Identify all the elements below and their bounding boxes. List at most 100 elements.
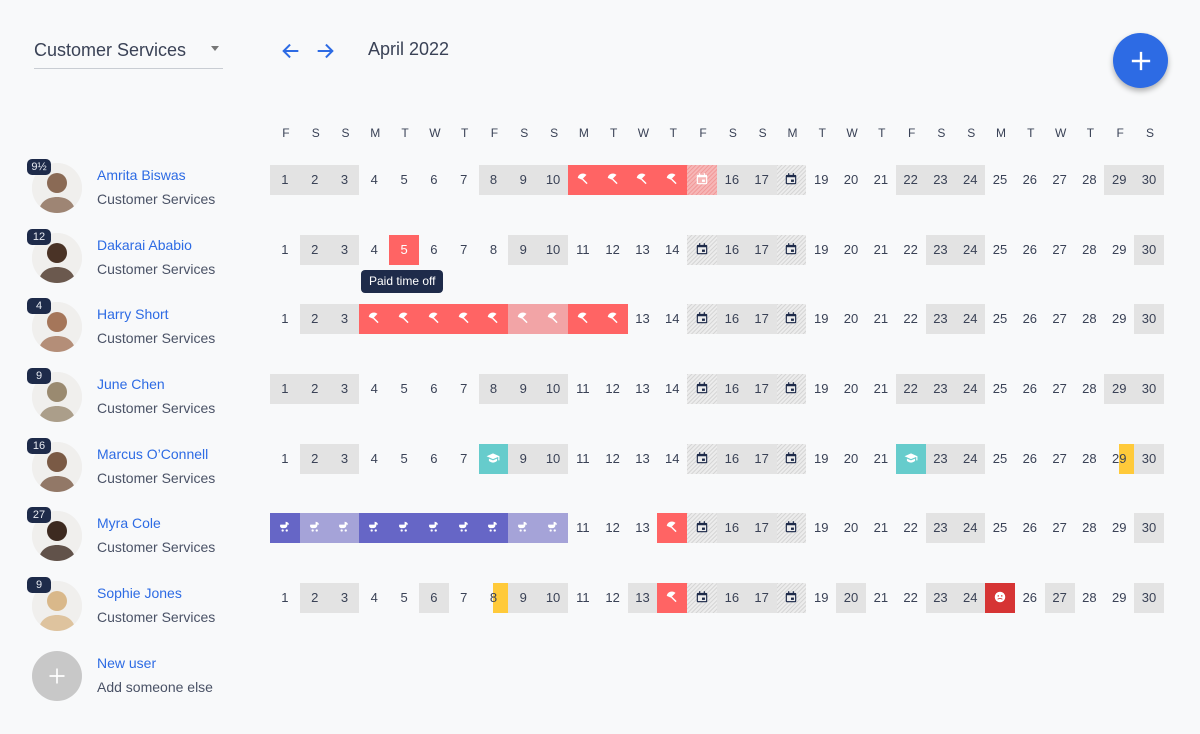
person-name-link[interactable]: Sophie Jones [97,585,182,601]
day-cell[interactable]: 3 [329,304,360,334]
day-cell[interactable]: 9 [508,165,539,195]
day-cell[interactable]: 13 [627,583,658,613]
day-cell[interactable]: 22 [896,235,926,265]
person-name-link[interactable]: Marcus O’Connell [97,446,208,462]
day-cell[interactable]: 20 [836,583,866,613]
day-cell[interactable]: 27 [1044,583,1075,613]
day-cell[interactable]: 12 [598,444,628,474]
person-name-link[interactable]: Myra Cole [97,515,161,531]
day-cell[interactable]: 14 [657,374,687,404]
day-cell-paid-time-off[interactable]: 5 [389,235,419,265]
day-cell-public-holiday[interactable] [687,235,717,265]
day-cell[interactable]: 30 [1134,444,1164,474]
day-cell[interactable]: 9 [508,583,539,613]
day-cell[interactable]: 29 [1104,374,1135,404]
day-cell[interactable]: 17 [746,304,777,334]
day-cell[interactable]: 13 [628,374,658,404]
day-cell-paid-time-off[interactable] [657,165,688,195]
day-cell[interactable]: 10 [538,235,568,265]
day-cell[interactable]: 2 [299,583,330,613]
day-cell[interactable]: 1 [270,444,300,474]
day-cell[interactable]: 10 [538,165,568,195]
day-cell[interactable]: 21 [866,444,896,474]
day-cell[interactable]: 29 [1104,235,1134,265]
day-cell-paid-time-off[interactable] [657,583,688,613]
day-cell[interactable]: 30 [1134,165,1164,195]
day-cell-public-holiday[interactable] [687,304,717,334]
day-cell[interactable]: 14 [657,235,687,265]
day-cell[interactable]: 20 [836,444,866,474]
day-cell-paid-time-off[interactable] [478,304,509,334]
day-cell[interactable]: 29 [1104,583,1134,613]
day-cell-parental-leave[interactable] [329,513,360,543]
person-name-link[interactable]: June Chen [97,376,165,392]
next-month-button[interactable] [314,40,336,62]
day-cell-public-holiday[interactable] [776,165,807,195]
day-cell[interactable]: 1 [270,583,300,613]
new-user-row[interactable]: New user Add someone else [0,638,260,701]
day-cell[interactable]: 20 [836,304,866,334]
day-cell-public-holiday[interactable] [776,304,807,334]
day-cell[interactable]: 24 [955,583,986,613]
day-cell[interactable]: 25 [985,304,1015,334]
day-cell[interactable]: 26 [1015,304,1045,334]
person-name-link[interactable]: Dakarai Ababio [97,237,192,253]
day-cell[interactable]: 21 [866,235,896,265]
day-cell[interactable]: 20 [836,165,866,195]
day-cell[interactable]: 27 [1045,444,1075,474]
add-user-button[interactable] [32,651,82,701]
day-cell[interactable]: 26 [1015,583,1045,613]
day-cell-sick[interactable] [985,583,1015,613]
day-cell[interactable]: 9 [508,444,539,474]
new-user-link[interactable]: New user [97,655,156,671]
day-cell[interactable]: 7 [449,165,479,195]
day-cell[interactable]: 19 [806,583,836,613]
day-cell[interactable]: 3 [329,583,360,613]
day-cell[interactable]: 19 [806,444,836,474]
day-cell[interactable]: 28 [1075,165,1105,195]
prev-month-button[interactable] [280,40,302,62]
day-cell[interactable]: 13 [628,513,658,543]
day-cell[interactable]: 23 [925,513,956,543]
day-cell-parental-leave[interactable] [538,513,568,543]
day-cell[interactable]: 2 [299,374,330,404]
day-cell[interactable]: 8 [479,235,509,265]
day-cell[interactable]: 27 [1045,374,1075,404]
day-cell[interactable]: 21 [866,165,896,195]
day-cell[interactable]: 8 [478,165,509,195]
day-cell[interactable]: 28 [1075,444,1105,474]
day-cell[interactable]: 19 [806,304,836,334]
day-cell[interactable]: 6 [419,444,449,474]
day-cell-parental-leave[interactable] [389,513,419,543]
day-cell[interactable]: 1 [270,304,300,334]
day-cell[interactable]: 26 [1015,444,1045,474]
day-cell[interactable]: 14 [657,304,687,334]
day-cell-parental-leave[interactable] [508,513,539,543]
day-cell[interactable]: 22 [896,513,926,543]
day-cell[interactable]: 7 [449,444,479,474]
day-cell[interactable]: 26 [1015,235,1045,265]
day-cell[interactable]: 8 [478,374,509,404]
day-cell[interactable]: 3 [329,235,360,265]
day-cell[interactable]: 5 [389,583,419,613]
day-cell[interactable]: 25 [985,513,1015,543]
day-cell[interactable]: 3 [329,374,360,404]
day-cell-paid-time-off[interactable] [597,165,628,195]
day-cell[interactable]: 1 [270,374,300,404]
day-cell[interactable]: 3 [329,444,360,474]
day-cell[interactable]: 23 [925,165,956,195]
day-cell[interactable]: 27 [1045,235,1075,265]
day-cell[interactable]: 16 [716,165,747,195]
day-cell[interactable]: 11 [568,235,598,265]
day-cell[interactable]: 23 [925,235,956,265]
day-cell[interactable]: 2 [299,165,330,195]
day-cell[interactable]: 24 [955,513,986,543]
day-cell[interactable]: 30 [1134,374,1164,404]
day-cell[interactable]: 4 [359,583,389,613]
day-cell-paid-time-off[interactable] [657,513,688,543]
day-cell[interactable]: 17 [746,374,777,404]
person-name-link[interactable]: Amrita Biswas [97,167,186,183]
person-name-link[interactable]: Harry Short [97,306,169,322]
day-cell-parental-leave[interactable] [270,513,300,543]
day-cell[interactable]: 9 [508,235,539,265]
